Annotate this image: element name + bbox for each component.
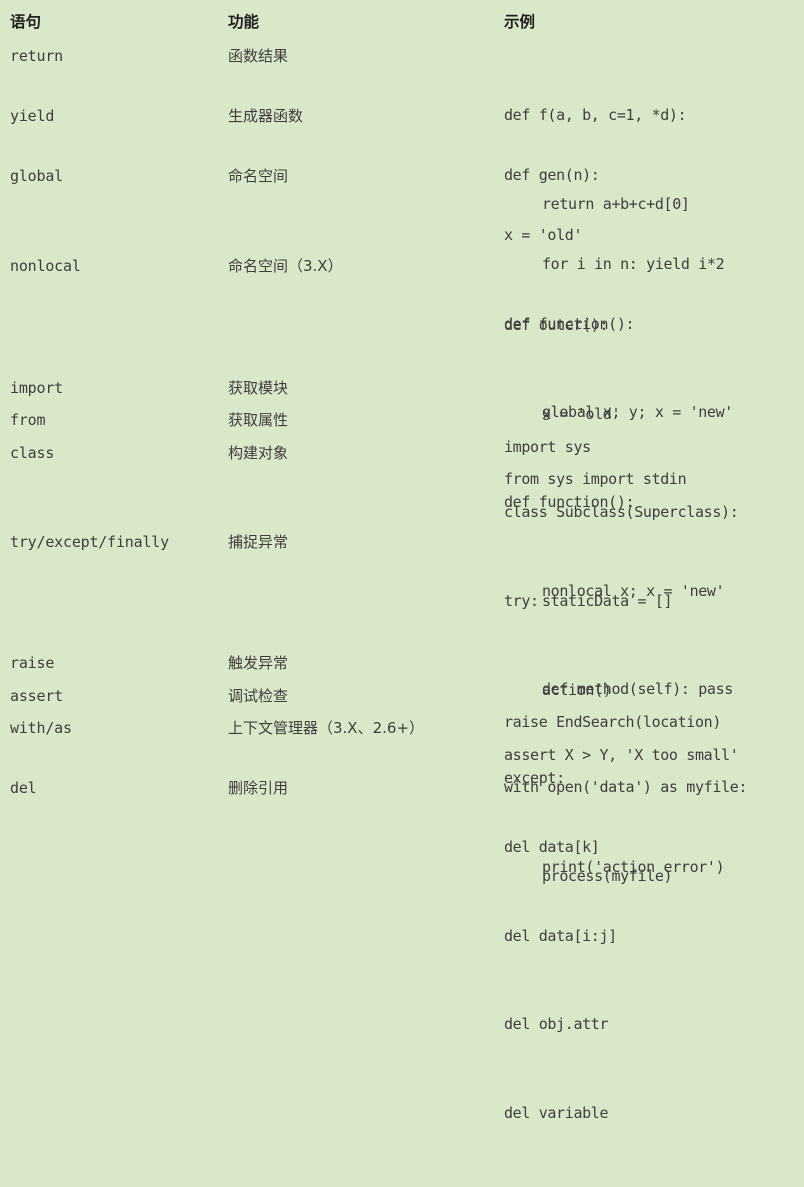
example-line: del variable: [504, 1103, 609, 1122]
example-line: class Subclass(Superclass):: [504, 503, 739, 521]
example-line: del data[k]: [504, 838, 600, 856]
statement-cell: import: [10, 379, 63, 397]
statement-cell: assert: [10, 687, 63, 705]
function-cell: 触发异常: [228, 654, 289, 672]
header-statement: 语句: [10, 13, 42, 31]
example-line: del obj.attr: [504, 1015, 609, 1033]
function-cell: 删除引用: [228, 779, 289, 797]
example-line: del data[i:j]: [504, 926, 617, 945]
python-statements-table: 语句 功能 示例 return 函数结果 def f(a, b, c=1, *d…: [0, 0, 804, 1122]
example-line: try:: [504, 592, 539, 610]
statement-cell: with/as: [10, 719, 72, 737]
statement-cell: from: [10, 411, 46, 429]
statement-cell: global: [10, 167, 63, 185]
statement-cell: class: [10, 444, 55, 462]
function-cell: 获取模块: [228, 379, 289, 397]
statement-cell: nonlocal: [10, 257, 81, 275]
function-cell: 命名空间（3.X）: [228, 257, 343, 275]
function-cell: 函数结果: [228, 47, 289, 65]
function-cell: 调试检查: [228, 687, 289, 705]
statement-cell: try/except/finally: [10, 533, 169, 551]
header-function: 功能: [228, 13, 260, 31]
function-cell: 捕捉异常: [228, 533, 289, 551]
function-cell: 命名空间: [228, 167, 289, 185]
function-cell: 上下文管理器（3.X、2.6+）: [228, 719, 425, 737]
function-cell: 获取属性: [228, 411, 289, 429]
statement-cell: raise: [10, 654, 55, 672]
function-cell: 生成器函数: [228, 107, 304, 125]
example-cell: del data[k] del data[i:j] del obj.attr d…: [504, 774, 617, 1187]
example-line: x = 'old': [504, 226, 583, 244]
function-cell: 构建对象: [228, 444, 289, 462]
statement-cell: del: [10, 779, 37, 797]
example-line: def outer():: [504, 316, 609, 334]
statement-cell: return: [10, 47, 63, 65]
statement-cell: yield: [10, 107, 55, 125]
header-example: 示例: [504, 13, 536, 31]
